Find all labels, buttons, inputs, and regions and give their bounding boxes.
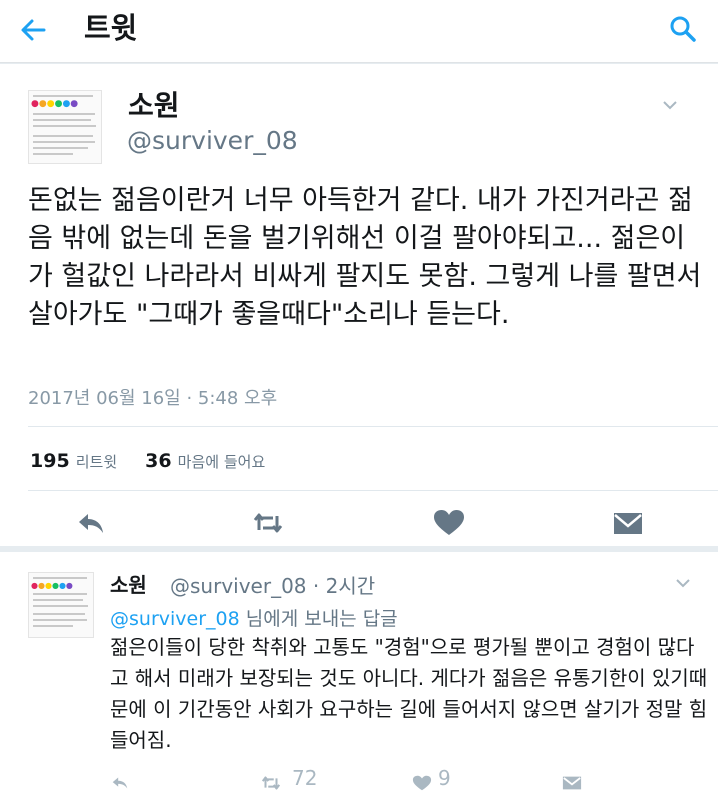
tweet-timestamp: 2017년 06월 16일 · 5:48 오후: [28, 388, 278, 409]
main-tweet: ●●●●●● 소원 @surviver_08 돈없는 젊음이란거 너무 아득한거…: [0, 64, 718, 546]
chevron-down-icon[interactable]: [674, 574, 692, 592]
tweet-stats: 195 리트윗 36 마음에 들어요: [30, 450, 265, 472]
reply-like-count: 9: [438, 766, 451, 790]
retweet-count[interactable]: 195: [30, 450, 70, 472]
retweet-icon[interactable]: [260, 770, 282, 796]
divider: [28, 426, 718, 427]
avatar[interactable]: ●●●●●●: [28, 90, 102, 164]
chevron-down-icon[interactable]: [661, 96, 679, 114]
direct-message-icon[interactable]: [611, 508, 645, 538]
back-arrow-icon[interactable]: [18, 15, 48, 45]
reply-tweet[interactable]: ●●●●●● 소원 @surviver_08 · 2시간 @surviver_0…: [0, 552, 718, 802]
page-title: 트윗: [84, 11, 138, 45]
like-label[interactable]: 마음에 들어요: [178, 453, 266, 471]
reply-icon[interactable]: [74, 508, 108, 538]
top-bar: 트윗: [0, 0, 718, 63]
reply-text: 젊은이들이 당한 착취와 고통도 "경험"으로 평가될 뿐이고 경험이 많다고 …: [110, 635, 708, 752]
retweet-icon[interactable]: [251, 508, 285, 538]
reply-retweet-count: 72: [292, 766, 318, 790]
reply-to-suffix: 님에게 보내는 답글: [239, 608, 398, 630]
like-count[interactable]: 36: [145, 450, 171, 472]
heart-icon[interactable]: [432, 508, 466, 538]
reply-meta: @surviver_08 · 2시간: [170, 574, 376, 598]
reply-mention-link[interactable]: @surviver_08: [110, 608, 240, 630]
reply-author-name[interactable]: 소원: [110, 569, 147, 598]
author-name[interactable]: 소원: [128, 84, 180, 124]
retweet-label[interactable]: 리트윗: [76, 453, 117, 471]
divider: [28, 490, 718, 491]
tweet-text: 돈없는 젊음이란거 너무 아득한거 같다. 내가 가진거라곤 젊음 밖에 없는데…: [28, 185, 702, 330]
author-handle[interactable]: @surviver_08: [127, 126, 298, 155]
heart-icon[interactable]: [412, 770, 432, 796]
search-icon[interactable]: [668, 14, 698, 44]
replying-to: @surviver_08 님에게 보내는 답글: [110, 604, 398, 631]
reply-icon[interactable]: [110, 770, 130, 796]
avatar[interactable]: ●●●●●●: [28, 572, 94, 638]
direct-message-icon[interactable]: [562, 770, 582, 796]
